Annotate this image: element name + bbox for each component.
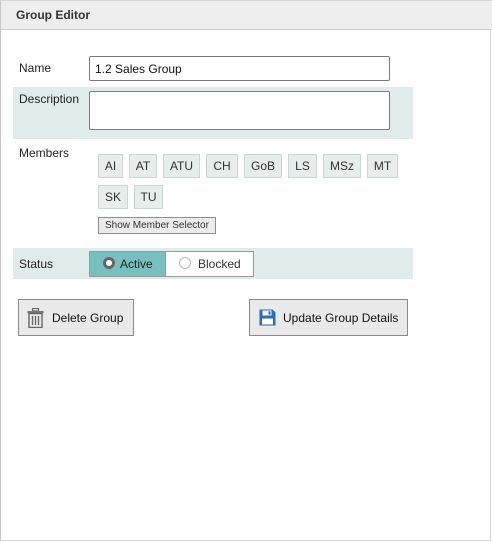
status-active-label: Active [120, 257, 153, 271]
title-bar: Group Editor [1, 0, 492, 30]
member-chip[interactable]: LS [288, 154, 317, 178]
radio-unselected-icon [179, 257, 191, 269]
description-textarea[interactable] [89, 91, 390, 130]
member-chip[interactable]: SK [98, 185, 128, 209]
members-label: Members [19, 146, 70, 160]
status-toggle: Active Blocked [89, 251, 254, 277]
trash-icon [27, 308, 44, 328]
member-chip[interactable]: AT [129, 154, 157, 178]
status-option-blocked[interactable]: Blocked [166, 252, 253, 276]
member-chip[interactable]: MSz [323, 154, 361, 178]
radio-selected-icon [103, 257, 115, 269]
member-chip[interactable]: AI [98, 154, 123, 178]
update-group-details-button[interactable]: Update Group Details [249, 299, 408, 336]
description-label: Description [19, 92, 80, 106]
member-chip[interactable]: MT [367, 154, 398, 178]
delete-group-button[interactable]: Delete Group [18, 299, 134, 336]
status-blocked-label: Blocked [198, 257, 241, 271]
show-member-selector-button[interactable]: Show Member Selector [98, 217, 216, 234]
delete-group-label: Delete Group [52, 311, 124, 325]
name-input[interactable] [89, 56, 390, 81]
status-label: Status [19, 257, 54, 271]
member-chip[interactable]: GoB [244, 154, 282, 178]
member-chip[interactable]: TU [134, 185, 163, 209]
member-chip[interactable]: CH [206, 154, 238, 178]
save-icon [259, 309, 276, 326]
member-chip[interactable]: ATU [163, 154, 200, 178]
panel-title: Group Editor [16, 8, 90, 22]
name-label: Name [19, 61, 52, 75]
update-group-details-label: Update Group Details [283, 311, 399, 325]
status-option-active[interactable]: Active [90, 252, 166, 276]
